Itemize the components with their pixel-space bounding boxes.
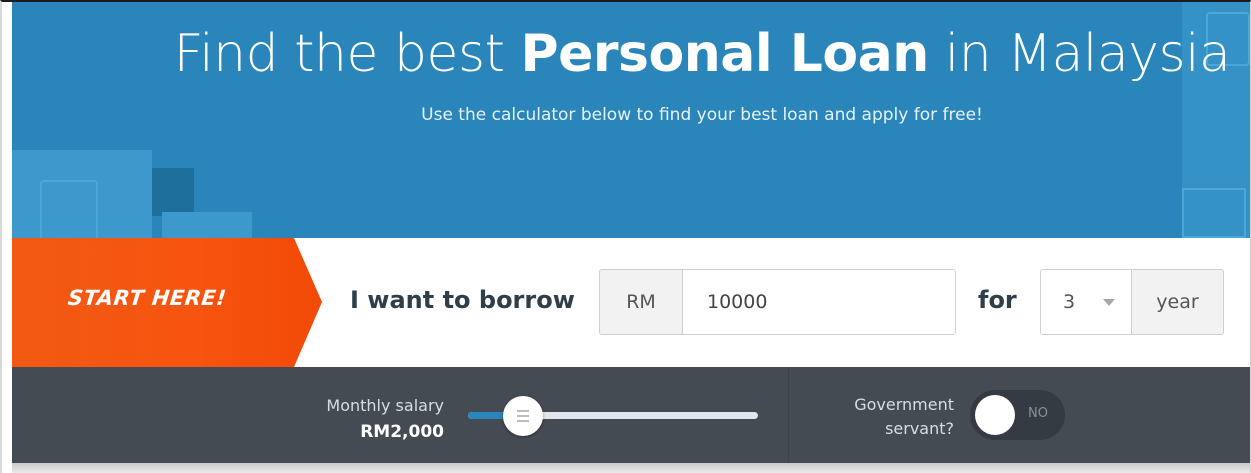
- tenure-group: 3 year: [1040, 269, 1224, 335]
- loan-amount-input[interactable]: [683, 270, 955, 334]
- filter-divider: [788, 367, 789, 463]
- government-servant-label-line1: Government: [854, 395, 954, 414]
- bottom-shadow: [12, 463, 1250, 473]
- borrow-label: I want to borrow: [350, 286, 575, 314]
- hero-decoration: [40, 180, 98, 238]
- loan-amount-group: RM: [599, 269, 956, 335]
- currency-addon: RM: [600, 270, 683, 334]
- grip-icon: [517, 420, 529, 422]
- government-servant-label-line2: servant?: [885, 419, 954, 438]
- hero-decoration: [162, 212, 252, 238]
- chevron-down-icon: [1103, 299, 1115, 306]
- government-servant-label: Government servant?: [854, 393, 954, 441]
- loan-calculator-row: START HERE! I want to borrow RM for 3 ye…: [12, 238, 1250, 367]
- monthly-salary-caption: Monthly salary: [326, 396, 444, 415]
- monthly-salary-label: Monthly salary RM2,000: [326, 393, 444, 445]
- tenure-select[interactable]: 3: [1041, 270, 1131, 334]
- grip-icon: [517, 410, 529, 412]
- hero-section: Find the best Personal Loan in Malaysia …: [12, 2, 1250, 238]
- government-servant-toggle[interactable]: NO: [970, 390, 1065, 440]
- page-title: Find the best Personal Loan in Malaysia: [173, 24, 1231, 84]
- page-frame: Find the best Personal Loan in Malaysia …: [0, 0, 1251, 473]
- page-subtitle: Use the calculator below to find your be…: [421, 105, 983, 125]
- hero-decoration: [1182, 188, 1246, 238]
- toggle-knob: [975, 395, 1015, 435]
- for-label: for: [978, 286, 1017, 314]
- grip-icon: [517, 415, 529, 417]
- start-here-label: START HERE!: [66, 286, 228, 310]
- tenure-unit-addon: year: [1131, 270, 1223, 334]
- tenure-value: 3: [1063, 291, 1076, 313]
- hero-decoration: [152, 168, 194, 216]
- salary-slider-handle[interactable]: [503, 396, 543, 436]
- start-here-banner: START HERE!: [12, 238, 322, 367]
- monthly-salary-value: RM2,000: [360, 422, 444, 442]
- filter-bar: Monthly salary RM2,000 Government servan…: [12, 367, 1250, 463]
- toggle-state-text: NO: [1028, 406, 1048, 421]
